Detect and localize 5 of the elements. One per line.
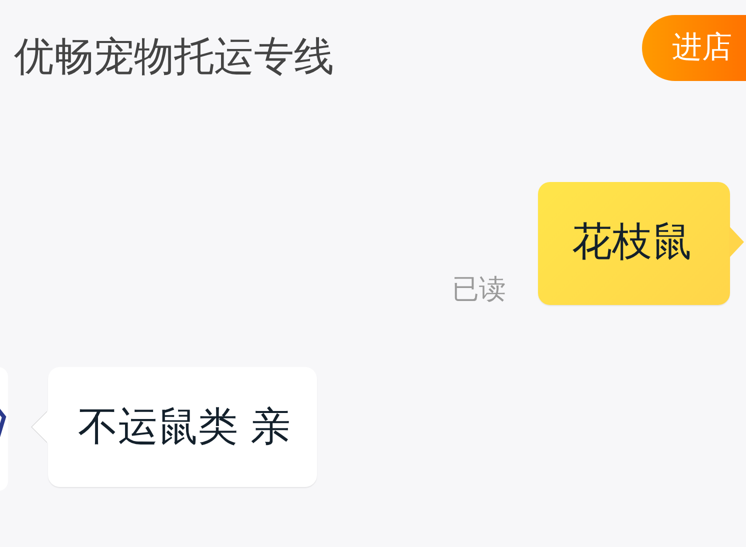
bubble-tail bbox=[32, 411, 48, 443]
chat-title: 优畅宠物托运专线 bbox=[14, 36, 334, 76]
enter-shop-button[interactable]: 进店 bbox=[642, 14, 746, 80]
read-status: 已读 bbox=[452, 276, 506, 303]
bubble-tail bbox=[729, 226, 744, 258]
